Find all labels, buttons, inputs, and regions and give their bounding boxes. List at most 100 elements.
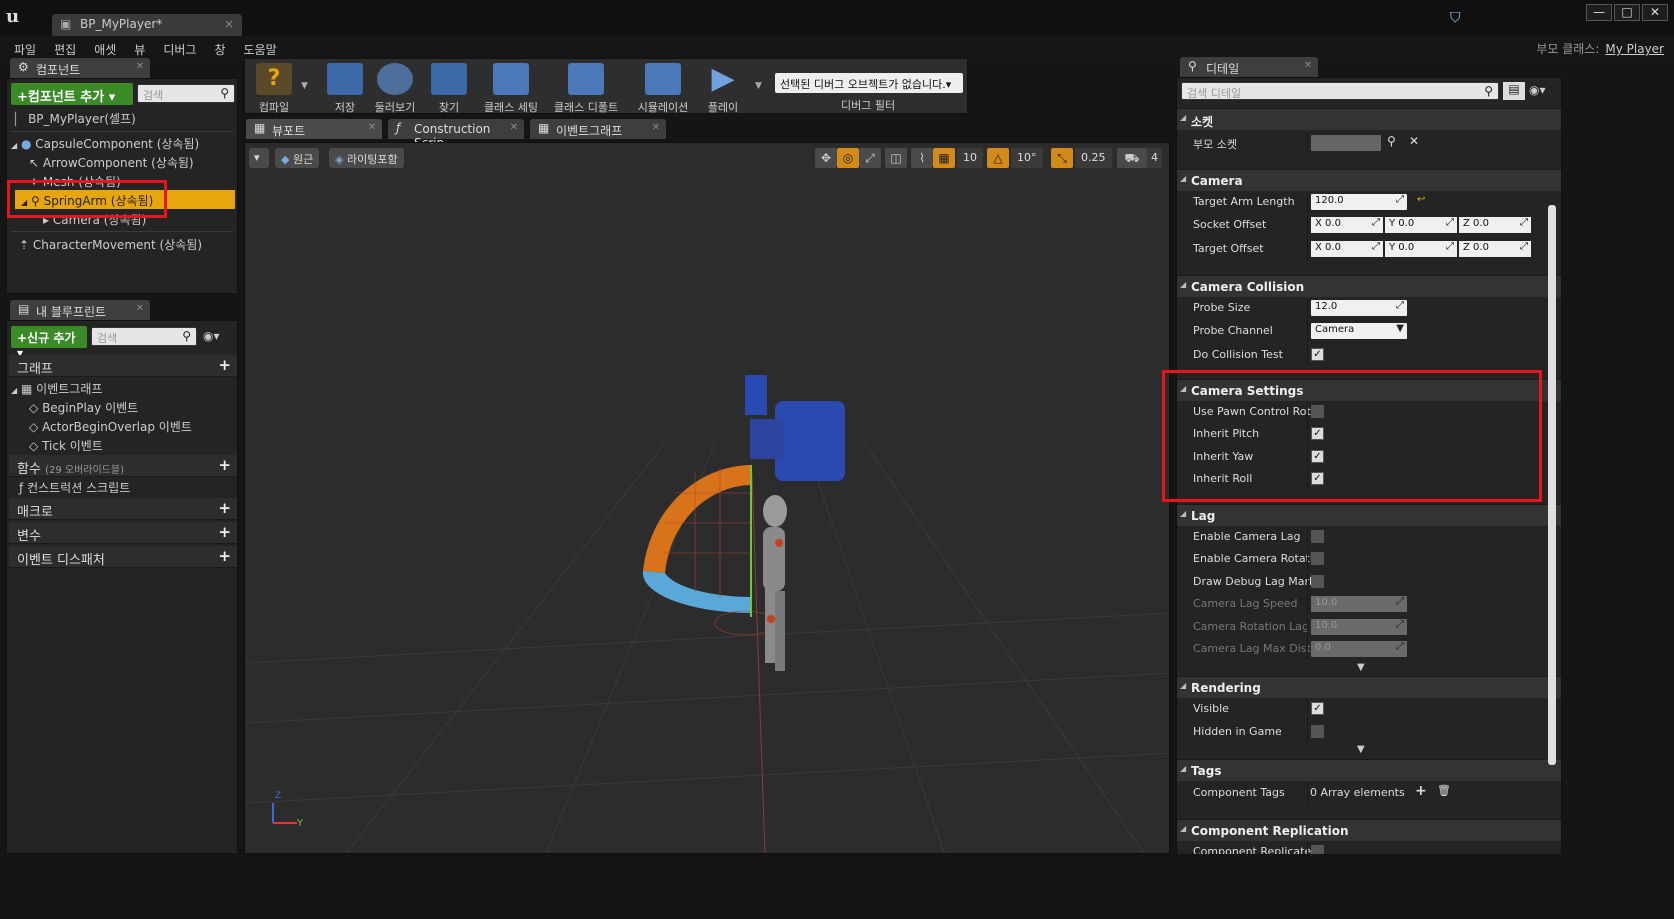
play-options-icon[interactable]: ▼ bbox=[755, 81, 762, 91]
compile-options-icon[interactable]: ▼ bbox=[301, 81, 308, 91]
hidden-in-game-checkbox[interactable] bbox=[1311, 725, 1324, 738]
save-button[interactable]: 저장 bbox=[323, 63, 367, 115]
add-macro-icon[interactable]: + bbox=[218, 499, 231, 517]
components-search-input[interactable]: 검색 ⚲ bbox=[137, 84, 235, 103]
dispatchers-section[interactable]: 이벤트 디스패처 + bbox=[9, 546, 237, 568]
clear-socket-icon[interactable]: ✕ bbox=[1409, 134, 1419, 148]
menu-debug[interactable]: 디버그 bbox=[163, 36, 204, 60]
construction-script-item[interactable]: ƒ 컨스트럭션 스크립트 bbox=[19, 479, 130, 496]
close-tab-icon[interactable]: ✕ bbox=[510, 122, 518, 133]
expand-advanced-icon[interactable]: ▼ bbox=[1357, 744, 1365, 755]
perspective-button[interactable]: ◆ 원근 bbox=[275, 148, 320, 168]
close-tab-icon[interactable]: ✕ bbox=[368, 122, 376, 133]
browse-button[interactable]: 둘러보기 bbox=[371, 63, 419, 115]
draw-debug-lag-checkbox[interactable] bbox=[1311, 575, 1324, 588]
camera-speed-value[interactable]: 4 bbox=[1147, 148, 1162, 168]
learn-icon[interactable]: ⛉ bbox=[1450, 10, 1461, 26]
add-component-button[interactable]: +컴포넌트 추가 ▾ bbox=[11, 83, 133, 105]
menu-file[interactable]: 파일 bbox=[14, 36, 44, 60]
minimize-button[interactable]: — bbox=[1586, 4, 1612, 21]
functions-section[interactable]: 함수 (29 오버라이드블) + bbox=[9, 455, 237, 477]
menu-asset[interactable]: 애셋 bbox=[94, 36, 124, 60]
lighting-button[interactable]: ◈ 라이팅포함 bbox=[329, 148, 404, 168]
add-dispatcher-icon[interactable]: + bbox=[218, 547, 231, 565]
section-rendering[interactable]: Rendering bbox=[1177, 676, 1561, 698]
section-camera-collision[interactable]: Camera Collision bbox=[1177, 275, 1561, 297]
event-graph-item[interactable]: ◢ ▦ 이벤트그래프 bbox=[11, 380, 102, 397]
close-button[interactable]: ✕ bbox=[1642, 4, 1668, 21]
tree-item-movement[interactable]: ⇡ CharacterMovement (상속됨) bbox=[19, 236, 202, 253]
graphs-section[interactable]: 그래프 + bbox=[9, 355, 237, 377]
scale-snap-value[interactable]: 0.25 bbox=[1075, 148, 1112, 168]
visibility-eye-icon[interactable]: ◉▾ bbox=[1529, 83, 1546, 97]
menu-edit[interactable]: 편집 bbox=[54, 36, 84, 60]
replicates-checkbox[interactable] bbox=[1311, 845, 1324, 854]
components-tab[interactable]: ⚙ 컴포넌트 ✕ bbox=[10, 58, 150, 78]
grid-view-icon[interactable]: ▤ bbox=[1503, 82, 1525, 100]
socket-offset-y[interactable]: Y 0.0 ⤢ bbox=[1385, 217, 1457, 233]
parent-class-link[interactable]: My Player bbox=[1605, 42, 1664, 56]
add-variable-icon[interactable]: + bbox=[218, 523, 231, 541]
socket-offset-x[interactable]: X 0.0 ⤢ bbox=[1311, 217, 1383, 233]
section-camera[interactable]: Camera bbox=[1177, 169, 1561, 191]
camera-speed-icon[interactable]: ⛟ bbox=[1117, 148, 1147, 168]
rotation-snap-value[interactable]: 10° bbox=[1011, 148, 1043, 168]
menu-help[interactable]: 도움말 bbox=[244, 36, 285, 60]
tree-item-arrow[interactable]: ↖ ArrowComponent (상속됨) bbox=[29, 154, 194, 171]
details-scrollbar[interactable] bbox=[1548, 205, 1556, 765]
tab-event-graph[interactable]: ▦ 이벤트그래프 ✕ bbox=[530, 119, 666, 139]
surface-snap-icon[interactable]: ⌇ bbox=[911, 148, 933, 168]
enable-camera-lag-checkbox[interactable] bbox=[1311, 530, 1324, 543]
self-item[interactable]: ▏ BP_MyPlayer(셀프) bbox=[15, 110, 136, 127]
probe-channel-dropdown[interactable]: Camera ▼ bbox=[1311, 323, 1407, 339]
menu-view[interactable]: 뷰 bbox=[134, 36, 153, 60]
enable-rotation-lag-checkbox[interactable] bbox=[1311, 552, 1324, 565]
section-component-replication[interactable]: Component Replication bbox=[1177, 819, 1561, 841]
grid-snap-value[interactable]: 10 bbox=[957, 148, 983, 168]
details-search-input[interactable]: 검색 디테일 ⚲ bbox=[1181, 82, 1499, 100]
close-tab-icon[interactable]: ✕ bbox=[136, 61, 144, 72]
simulate-button[interactable]: 시뮬레이션 bbox=[633, 63, 693, 115]
variables-section[interactable]: 변수 + bbox=[9, 522, 237, 544]
section-lag[interactable]: Lag bbox=[1177, 504, 1561, 526]
target-arm-length-field[interactable]: 120.0 ⤢ bbox=[1311, 194, 1407, 210]
search-socket-icon[interactable]: ⚲ bbox=[1387, 134, 1396, 148]
add-tag-icon[interactable]: + bbox=[1415, 783, 1427, 799]
viewport[interactable]: Y Z ▾ ◆ 원근 ◈ 라이팅포함 ✥ ◎ ⤢ ◫ ⌇ ▦ 10 △ 10° … bbox=[244, 142, 1170, 854]
visibility-eye-icon[interactable]: ◉▾ bbox=[203, 329, 220, 343]
viewport-options-dropdown[interactable]: ▾ bbox=[249, 148, 269, 168]
class-settings-button[interactable]: 클래스 세팅 bbox=[481, 63, 541, 115]
target-offset-y[interactable]: Y 0.0 ⤢ bbox=[1385, 241, 1457, 257]
reset-default-icon[interactable]: ↩ bbox=[1417, 194, 1425, 205]
find-button[interactable]: 찾기 bbox=[427, 63, 471, 115]
expand-advanced-icon[interactable]: ▼ bbox=[1357, 662, 1365, 673]
compile-button[interactable]: ? 컴파일 bbox=[249, 63, 299, 115]
close-tab-icon[interactable]: ✕ bbox=[652, 122, 660, 133]
tab-construction-script[interactable]: ƒConstruction Scrip✕ bbox=[388, 119, 524, 150]
probe-size-field[interactable]: 12.0 ⤢ bbox=[1311, 300, 1407, 316]
rotation-snap-icon[interactable]: △ bbox=[987, 148, 1009, 168]
debug-object-dropdown[interactable]: 선택된 디버그 오브젝트가 없습니다.▾ bbox=[775, 73, 963, 93]
section-socket[interactable]: 소켓 bbox=[1177, 108, 1561, 130]
close-tab-icon[interactable]: ✕ bbox=[136, 303, 144, 314]
document-tab[interactable]: ▣ BP_MyPlayer* × bbox=[52, 14, 242, 36]
tree-item-capsule[interactable]: ◢ ● CapsuleComponent (상속됨) bbox=[11, 135, 199, 152]
close-tab-icon[interactable]: × bbox=[224, 17, 234, 31]
grid-snap-icon[interactable]: ▦ bbox=[933, 148, 955, 168]
play-button[interactable]: ▶ 플레이 bbox=[701, 63, 745, 115]
add-graph-icon[interactable]: + bbox=[218, 356, 231, 374]
target-offset-x[interactable]: X 0.0 ⤢ bbox=[1311, 241, 1383, 257]
section-tags[interactable]: Tags bbox=[1177, 759, 1561, 781]
scale-snap-icon[interactable]: ⤡ bbox=[1051, 148, 1073, 168]
blueprint-search-input[interactable]: 검색 ⚲ bbox=[91, 327, 197, 346]
event-item[interactable]: ◇ BeginPlay 이벤트 bbox=[29, 399, 138, 416]
delete-tags-icon[interactable]: 🗑 bbox=[1437, 784, 1451, 797]
do-collision-checkbox[interactable]: ✓ bbox=[1311, 348, 1324, 361]
maximize-button[interactable]: □ bbox=[1614, 4, 1640, 21]
event-item[interactable]: ◇ ActorBeginOverlap 이벤트 bbox=[29, 418, 192, 435]
rotate-icon[interactable]: ◎ bbox=[837, 148, 859, 168]
visible-checkbox[interactable]: ✓ bbox=[1311, 702, 1324, 715]
menu-window[interactable]: 창 bbox=[214, 36, 233, 60]
details-tab[interactable]: ⚲ 디테일 ✕ bbox=[1180, 57, 1318, 77]
target-offset-z[interactable]: Z 0.0 ⤢ bbox=[1459, 241, 1531, 257]
